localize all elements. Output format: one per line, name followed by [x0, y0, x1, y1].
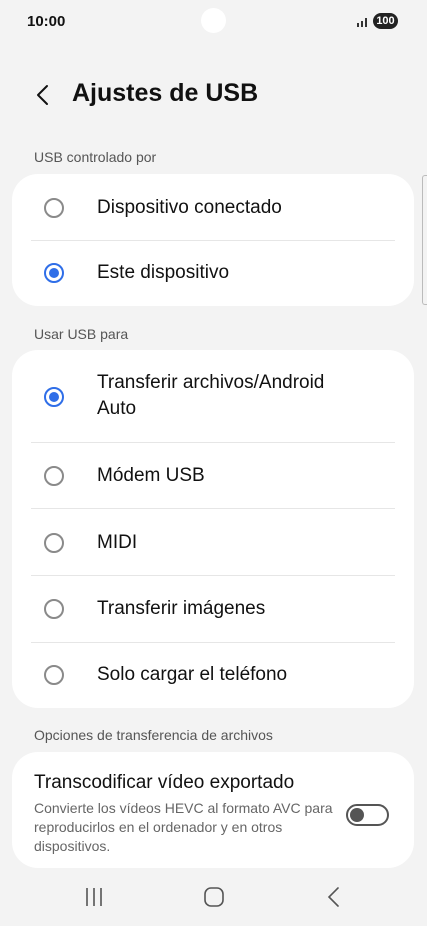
option-label: Transferir imágenes — [97, 598, 266, 619]
back-button[interactable] — [30, 79, 56, 111]
navigation-bar — [0, 868, 427, 926]
section-label-controlled: USB controlado por — [34, 149, 157, 165]
page-title: Ajustes de USB — [72, 79, 259, 107]
toggle-description: Convierte los vídeos HEVC al formato AVC… — [34, 800, 333, 854]
back-icon[interactable] — [314, 882, 354, 912]
use-usb-card: Transferir archivos/Android Auto Módem U… — [12, 350, 414, 708]
recent-apps-icon[interactable] — [74, 882, 114, 912]
scroll-indicator — [422, 175, 427, 305]
section-label-use: Usar USB para — [34, 326, 129, 342]
radio-button[interactable] — [44, 198, 64, 218]
option-label: Dispositivo conectado — [97, 197, 282, 218]
option-label: Este dispositivo — [97, 262, 230, 283]
option-label: Transferir archivos/Android Auto — [97, 372, 325, 419]
toggle-title: Transcodificar vídeo exportado — [34, 772, 295, 793]
radio-button[interactable] — [44, 533, 64, 553]
status-time: 10:00 — [27, 13, 66, 30]
option-label: Solo cargar el teléfono — [97, 664, 288, 685]
radio-button-selected[interactable] — [44, 387, 64, 407]
battery-indicator: 100 — [373, 13, 398, 29]
transfer-options-card[interactable]: Transcodificar vídeo exportado Convierte… — [12, 752, 414, 868]
option-modem-usb[interactable]: Módem USB — [12, 443, 414, 508]
signal-icon — [357, 18, 367, 27]
section-label-transfer: Opciones de transferencia de archivos — [34, 727, 273, 743]
option-label: Módem USB — [97, 465, 205, 486]
transcode-toggle[interactable] — [346, 804, 389, 826]
option-label: MIDI — [97, 532, 138, 553]
option-este-dispositivo[interactable]: Este dispositivo — [12, 241, 414, 306]
home-icon[interactable] — [194, 882, 234, 912]
toggle-knob — [350, 808, 364, 822]
radio-button[interactable] — [44, 466, 64, 486]
option-solo-cargar[interactable]: Solo cargar el teléfono — [12, 643, 414, 708]
option-transferir-archivos[interactable]: Transferir archivos/Android Auto — [12, 350, 414, 442]
radio-button-selected[interactable] — [44, 263, 64, 283]
status-bar: 10:00 100 — [0, 0, 427, 44]
radio-button[interactable] — [44, 599, 64, 619]
header: Ajustes de USB — [0, 75, 427, 115]
camera-cutout — [201, 8, 226, 33]
option-midi[interactable]: MIDI — [12, 509, 414, 575]
option-transferir-imagenes[interactable]: Transferir imágenes — [12, 576, 414, 642]
controlled-by-card: Dispositivo conectado Este dispositivo — [12, 174, 414, 306]
radio-button[interactable] — [44, 665, 64, 685]
option-dispositivo-conectado[interactable]: Dispositivo conectado — [12, 174, 414, 240]
